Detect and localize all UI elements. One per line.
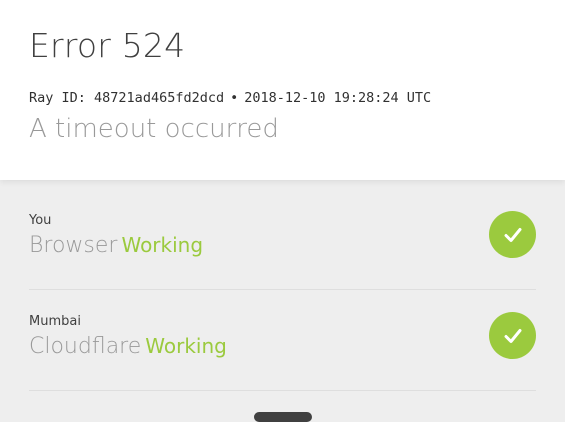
ray-id-line: Ray ID: 48721ad465fd2dcd • 2018-12-10 19:2… <box>29 90 431 106</box>
error-code-title: Error 524 <box>29 26 186 65</box>
check-icon <box>489 211 536 258</box>
status-item-line: Browser Working <box>29 233 203 258</box>
ray-id-label: Ray ID: <box>29 90 86 106</box>
status-item-name: Cloudflare <box>29 334 142 359</box>
status-item-name: Browser <box>29 233 118 258</box>
ray-separator: • <box>230 90 239 106</box>
status-item-state: Working <box>121 233 204 257</box>
status-row-cloudflare: Mumbai Cloudflare Working <box>29 290 536 391</box>
status-row-browser: You Browser Working <box>29 189 536 290</box>
status-location: You <box>29 213 52 228</box>
status-item-line: Cloudflare Working <box>29 334 227 359</box>
status-location: Mumbai <box>29 314 81 329</box>
status-item-state: Working <box>145 334 227 358</box>
ray-id-value: 48721ad465fd2dcd <box>94 90 225 106</box>
error-subtitle: A timeout occurred <box>29 114 279 144</box>
error-header: Error 524 Ray ID: 48721ad465fd2dcd • 2018-… <box>0 0 565 180</box>
check-icon <box>489 312 536 359</box>
partial-next-row-icon <box>254 412 312 422</box>
ray-timestamp: 2018-12-10 19:28:24 UTC <box>244 90 432 106</box>
